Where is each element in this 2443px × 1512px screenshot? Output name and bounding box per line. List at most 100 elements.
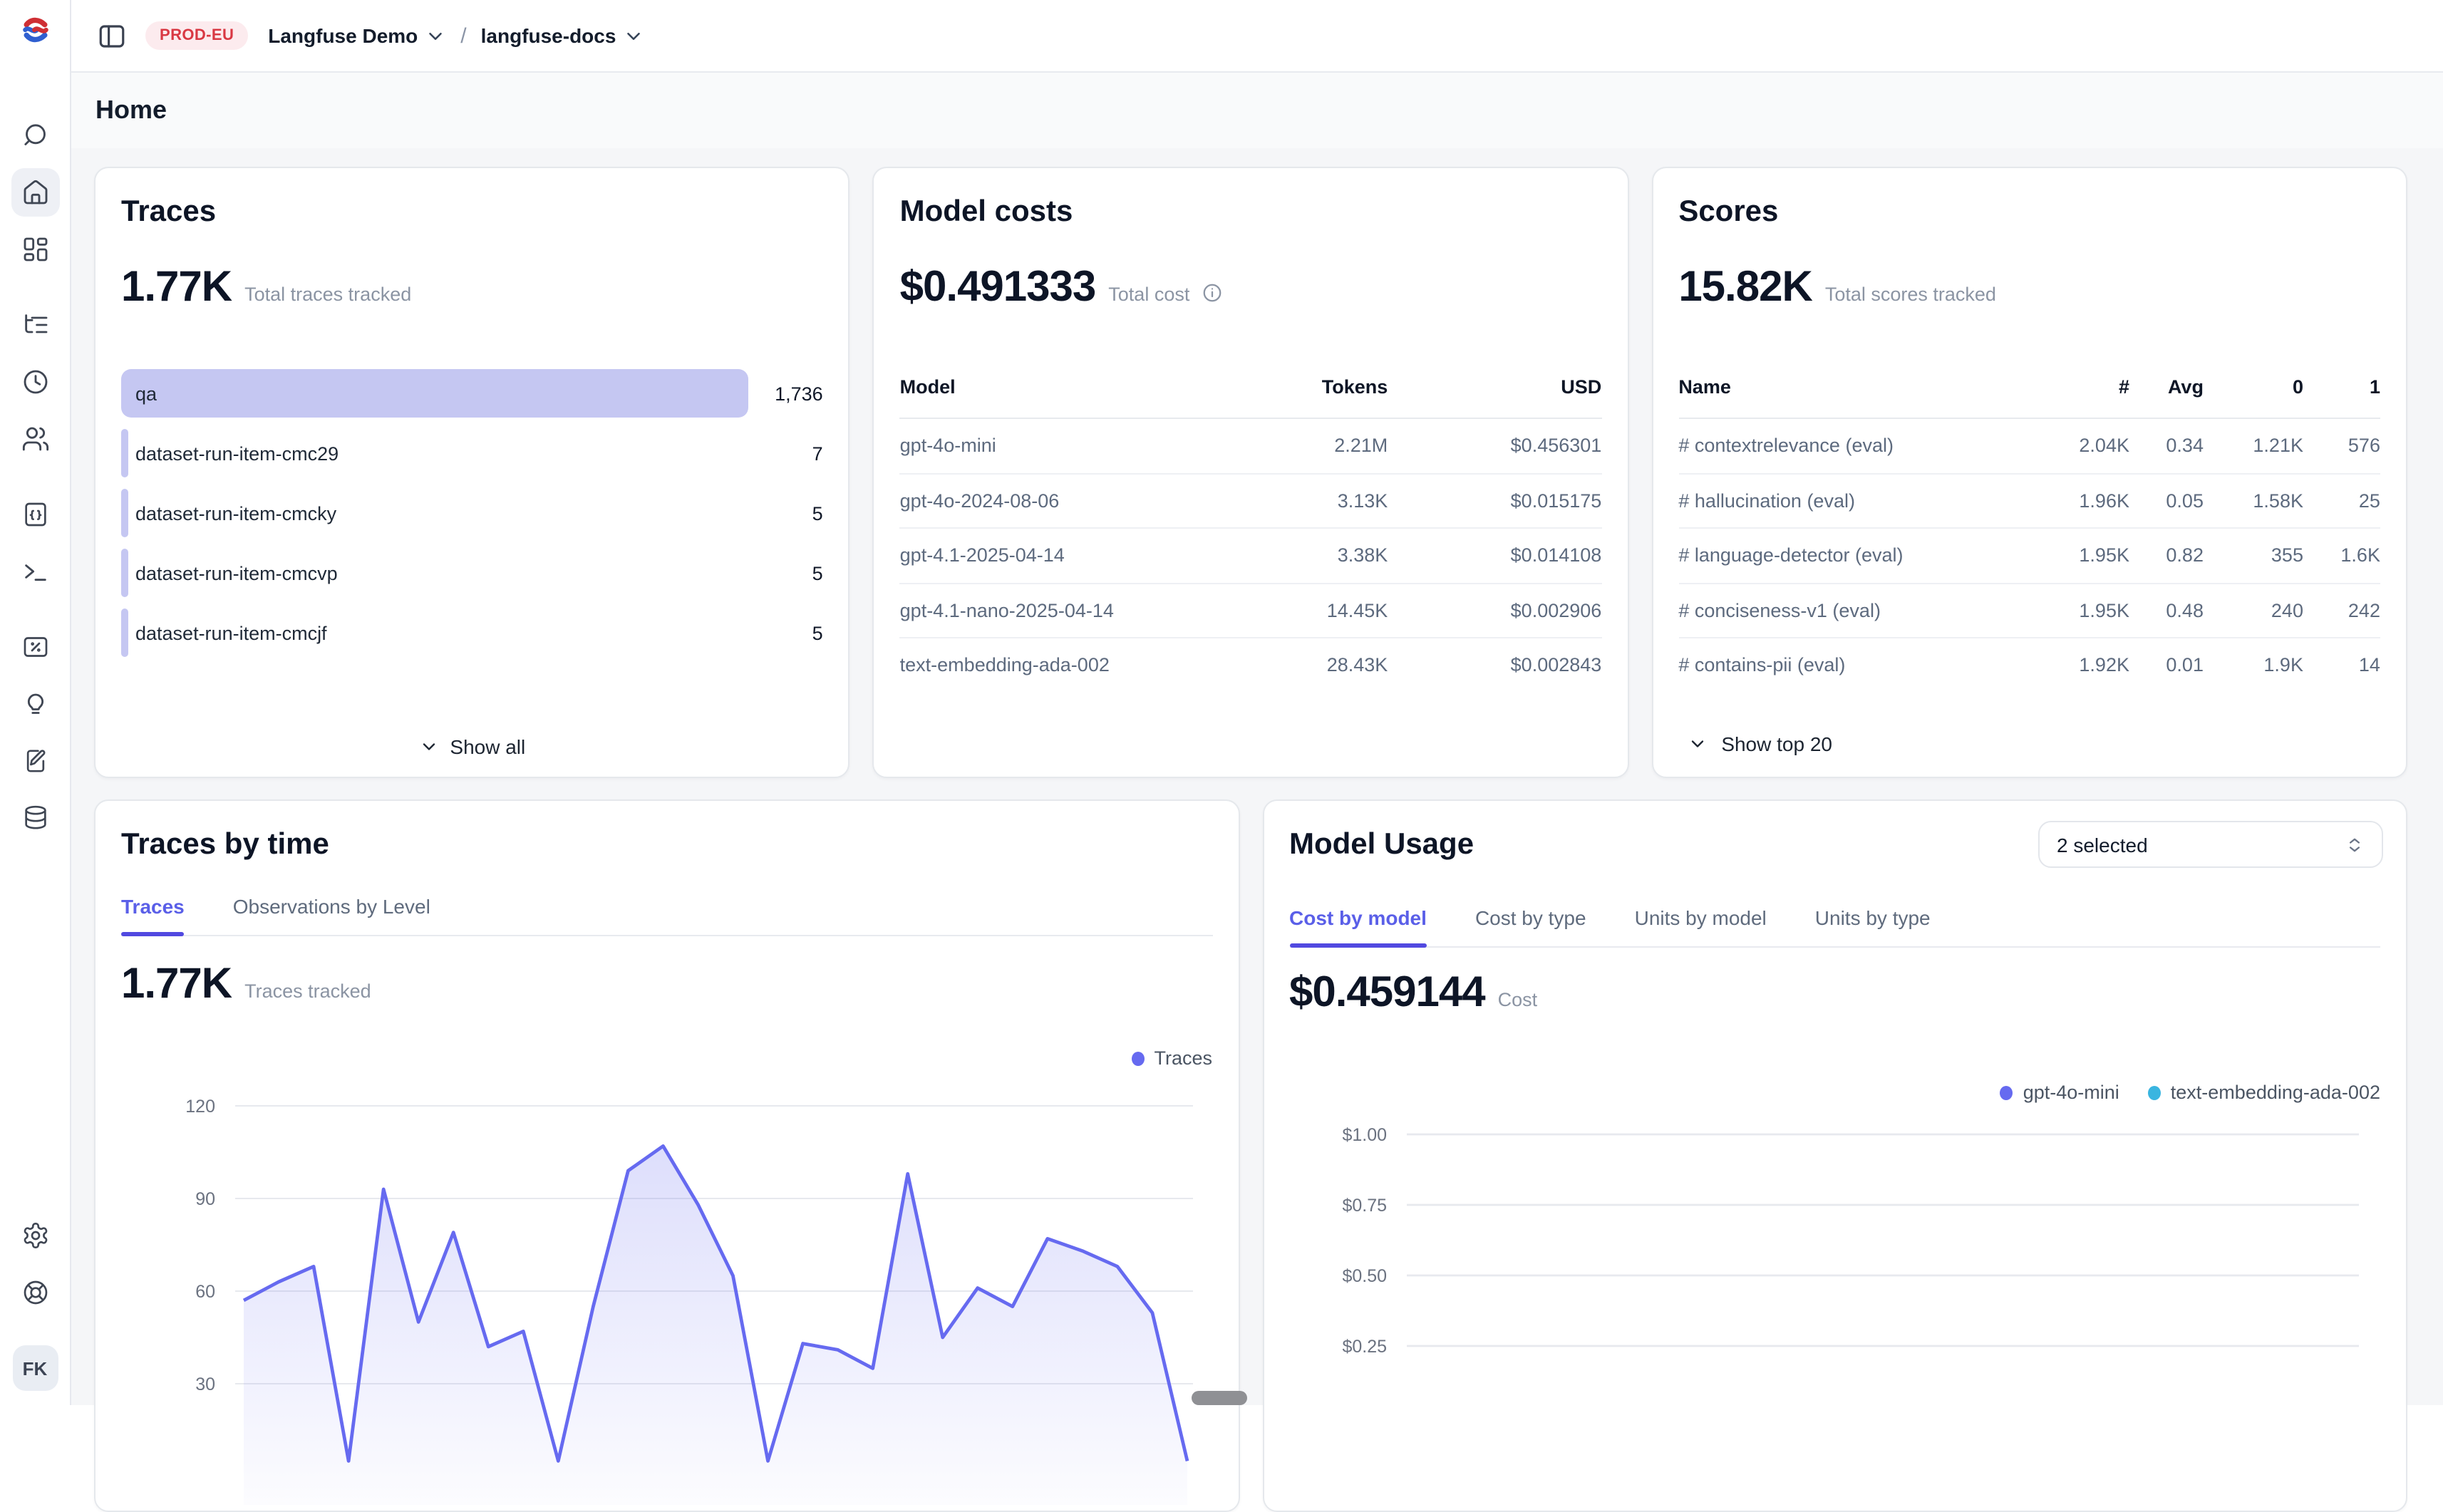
bar-value: 1,736 <box>775 369 823 418</box>
lightbulb-icon <box>21 690 49 718</box>
model-select[interactable]: 2 selected <box>2038 821 2383 868</box>
table-cell: text-embedding-ada-002 <box>900 655 1257 676</box>
sidebar-item-insights[interactable] <box>11 680 59 728</box>
environment-badge: PROD-EU <box>145 21 248 50</box>
table-row: gpt-4.1-nano-2025-04-1414.45K$0.002906 <box>900 584 1602 638</box>
table-cell: 1.58K <box>2204 490 2303 512</box>
show-top-20-button[interactable]: Show top 20 <box>1678 731 1841 757</box>
sidebar-item-playground[interactable] <box>11 547 59 596</box>
tab-cost-by-model[interactable]: Cost by model <box>1289 906 1427 946</box>
sidebar-item-annotation[interactable] <box>11 737 59 785</box>
legend-item: gpt-4o-mini <box>2000 1082 2119 1103</box>
model-usage-tabs: Cost by model Cost by type Units by model U… <box>1289 906 2380 948</box>
table-row: # hallucination (eval)1.96K0.051.58K25 <box>1678 474 2380 529</box>
svg-text:30: 30 <box>195 1374 215 1394</box>
trace-bar-row[interactable]: dataset-run-item-cmcjf5 <box>121 609 823 657</box>
table-cell: $0.014108 <box>1388 545 1601 566</box>
model-costs-table: Model Tokens USD gpt-4o-mini2.21M$0.4563… <box>900 376 1602 692</box>
sidebar-item-search[interactable] <box>11 111 59 160</box>
sidebar-item-sessions[interactable] <box>11 358 59 406</box>
usage-cost-label: Cost <box>1498 989 1538 1010</box>
sidebar-nav <box>11 111 59 851</box>
table-cell: gpt-4.1-2025-04-14 <box>900 545 1257 566</box>
table-cell: 355 <box>2204 545 2303 566</box>
breadcrumb-separator: / <box>460 24 466 48</box>
table-cell: 14.45K <box>1256 600 1388 621</box>
horizontal-scrollbar-thumb[interactable] <box>1192 1391 1247 1405</box>
trace-bar-row[interactable]: dataset-run-item-cmc29 7 <box>121 429 823 477</box>
table-cell: $0.002843 <box>1388 655 1601 676</box>
langfuse-logo-icon[interactable] <box>15 13 55 47</box>
table-cell: 2.04K <box>2044 435 2129 457</box>
chevron-down-icon <box>1687 734 1707 754</box>
bar-value: 5 <box>812 609 823 657</box>
card-title: Traces by time <box>121 827 1212 864</box>
bar-value: 7 <box>812 429 823 477</box>
support-button[interactable] <box>11 1268 59 1317</box>
dashboards-icon <box>21 235 49 264</box>
table-cell: # language-detector (eval) <box>1678 545 2044 566</box>
chart-legend: gpt-4o-mini text-embedding-ada-002 <box>1289 1082 2380 1103</box>
trace-bar-row[interactable]: dataset-run-item-cmcvp5 <box>121 549 823 597</box>
svg-text:$1.00: $1.00 <box>1341 1125 1386 1145</box>
clock-icon <box>21 368 49 396</box>
home-icon <box>21 178 49 207</box>
model-costs-card: Model costs $0.491333 Total cost Model T… <box>873 167 1629 778</box>
bar <box>121 609 128 657</box>
sidebar-toggle-button[interactable] <box>90 14 133 57</box>
sidebar-item-tracing[interactable] <box>11 301 59 349</box>
table-cell: 3.38K <box>1256 545 1388 566</box>
tab-traces[interactable]: Traces <box>121 895 185 935</box>
traces-card: Traces 1.77K Total traces tracked qa1,73… <box>94 167 850 778</box>
sidebar-item-dashboards[interactable] <box>11 225 59 274</box>
table-row: # contains-pii (eval)1.92K0.011.9K14 <box>1678 638 2380 692</box>
bar <box>121 489 128 537</box>
user-avatar[interactable]: FK <box>12 1345 58 1391</box>
table-cell: 0.34 <box>2129 435 2204 457</box>
table-cell: 242 <box>2303 600 2380 621</box>
table-cell: # contextrelevance (eval) <box>1678 435 2044 457</box>
chevrons-up-down-icon <box>2345 834 2365 854</box>
trace-bar-row[interactable]: dataset-run-item-cmcky5 <box>121 489 823 537</box>
tab-units-by-type[interactable]: Units by type <box>1815 906 1931 946</box>
project-name: langfuse-docs <box>481 24 616 47</box>
info-icon[interactable] <box>1201 282 1222 311</box>
page-title: Home <box>95 95 167 125</box>
scores-table: Name # Avg 0 1 # contextrelevance (eval)… <box>1678 376 2380 692</box>
sidebar-item-home[interactable] <box>11 168 59 217</box>
tab-units-by-model[interactable]: Units by model <box>1635 906 1767 946</box>
svg-text:60: 60 <box>195 1282 215 1302</box>
project-switcher[interactable]: langfuse-docs <box>481 24 645 47</box>
table-row: # conciseness-v1 (eval)1.95K0.48240242 <box>1678 584 2380 638</box>
sidebar-item-datasets[interactable] <box>11 794 59 842</box>
usage-cost: $0.459144 <box>1289 968 1485 1019</box>
scores-table-body: # contextrelevance (eval)2.04K0.341.21K5… <box>1678 419 2380 692</box>
trace-bar-row[interactable]: qa1,736 <box>121 369 823 418</box>
settings-button[interactable] <box>11 1211 59 1260</box>
terminal-icon <box>21 557 49 586</box>
bar-label: dataset-run-item-cmcvp <box>135 549 338 597</box>
traces-total-label: Total traces tracked <box>244 284 411 305</box>
sidebar-item-prompts[interactable] <box>11 490 59 539</box>
database-icon <box>21 804 49 832</box>
scores-total: 15.82K <box>1678 262 1812 314</box>
tab-cost-by-type[interactable]: Cost by type <box>1475 906 1586 946</box>
table-row: gpt-4o-mini2.21M$0.456301 <box>900 419 1602 474</box>
sidebar: FK <box>0 0 71 1405</box>
main-area: PROD-EU Langfuse Demo / langfuse-docs Ho… <box>71 0 2443 1405</box>
legend-dot <box>2148 1085 2161 1099</box>
sidebar-item-users[interactable] <box>11 415 59 463</box>
table-cell: # hallucination (eval) <box>1678 490 2044 512</box>
table-row: # contextrelevance (eval)2.04K0.341.21K5… <box>1678 419 2380 474</box>
tab-observations-by-level[interactable]: Observations by Level <box>233 895 430 935</box>
sidebar-item-evaluators[interactable] <box>11 623 59 671</box>
card-title: Model costs <box>900 194 1602 231</box>
table-cell: 1.9K <box>2204 655 2303 676</box>
table-cell: 2.21M <box>1256 435 1388 457</box>
bar-label: dataset-run-item-cmcky <box>135 489 336 537</box>
org-switcher[interactable]: Langfuse Demo <box>268 24 446 47</box>
show-all-button[interactable]: Show all <box>95 734 849 760</box>
model-usage-chart: $1.00$0.75$0.50$0.25 <box>1289 1120 2381 1448</box>
chart-legend: Traces <box>121 1047 1212 1069</box>
bar-label: dataset-run-item-cmc29 <box>135 429 339 477</box>
